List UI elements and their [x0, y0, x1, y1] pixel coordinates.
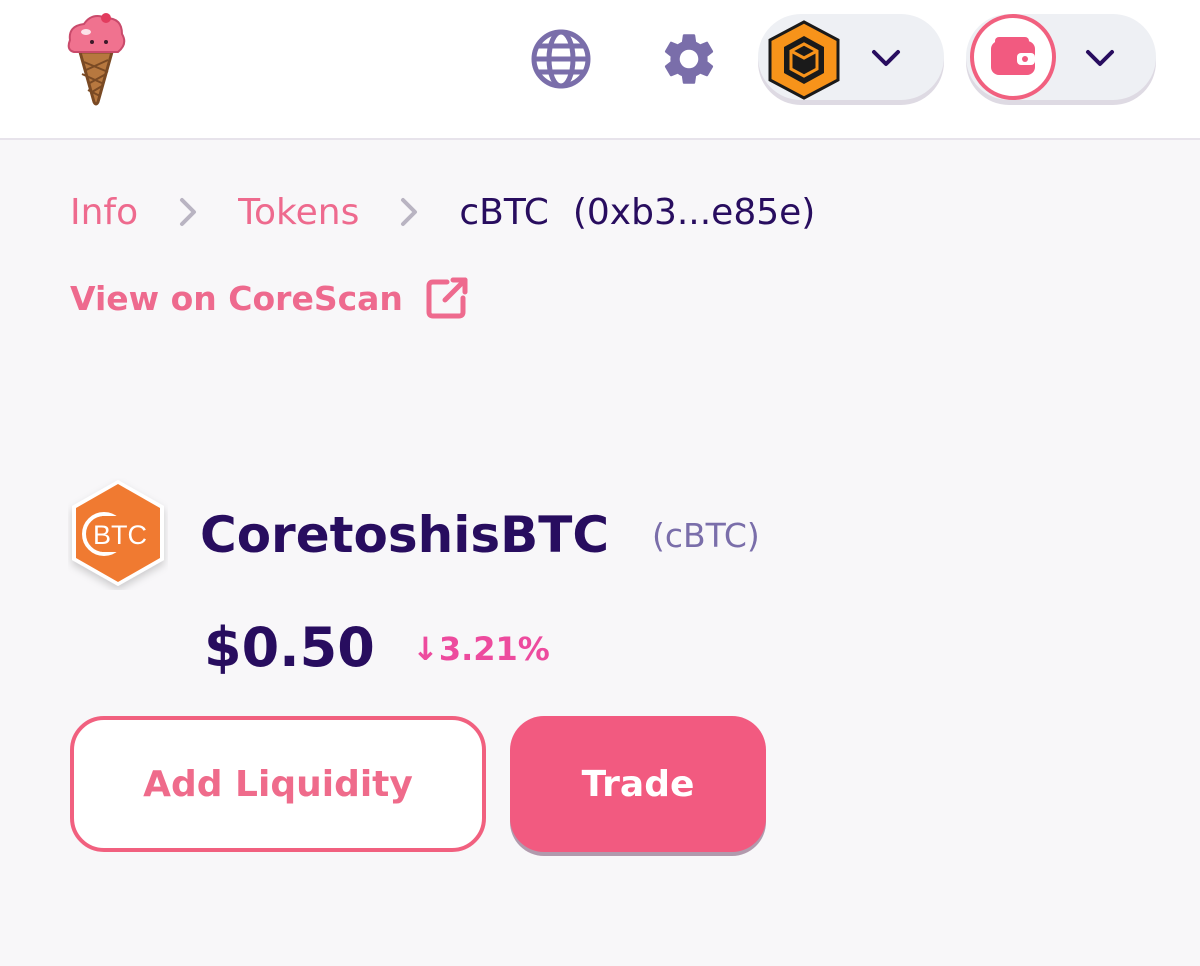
breadcrumb-tokens[interactable]: Tokens: [238, 192, 359, 233]
ice-cream-icon[interactable]: [62, 10, 130, 108]
price-change: ↓3.21%: [412, 630, 550, 668]
view-on-corescan-link[interactable]: View on CoreScan: [70, 274, 471, 322]
chevron-down-icon: [866, 44, 906, 74]
corescan-link-label: View on CoreScan: [70, 278, 403, 318]
token-name: CoretoshisBTC: [200, 506, 610, 564]
wallet-icon: [970, 14, 1056, 100]
network-switcher[interactable]: [758, 14, 944, 100]
external-link-icon: [423, 274, 471, 322]
chevron-right-icon: [395, 194, 423, 230]
token-symbol: (cBTC): [652, 516, 760, 555]
chevron-right-icon: [174, 194, 202, 230]
gear-icon[interactable]: [654, 24, 724, 94]
chevron-down-icon: [1080, 44, 1120, 74]
token-logo: BTC: [68, 478, 168, 590]
wallet-menu[interactable]: [966, 14, 1156, 100]
core-network-icon: [764, 20, 844, 100]
trade-button[interactable]: Trade: [510, 716, 766, 852]
breadcrumb: Info Tokens cBTC (0xb3...e85e): [70, 188, 815, 236]
token-price: $0.50: [204, 616, 375, 679]
breadcrumb-info[interactable]: Info: [70, 192, 138, 233]
breadcrumb-current: cBTC: [459, 191, 549, 233]
token-address: (0xb3...e85e): [572, 191, 816, 233]
add-liquidity-button[interactable]: Add Liquidity: [70, 716, 486, 852]
token-logo-text: BTC: [93, 520, 147, 550]
globe-icon[interactable]: [526, 24, 596, 94]
top-nav: [0, 0, 1200, 140]
